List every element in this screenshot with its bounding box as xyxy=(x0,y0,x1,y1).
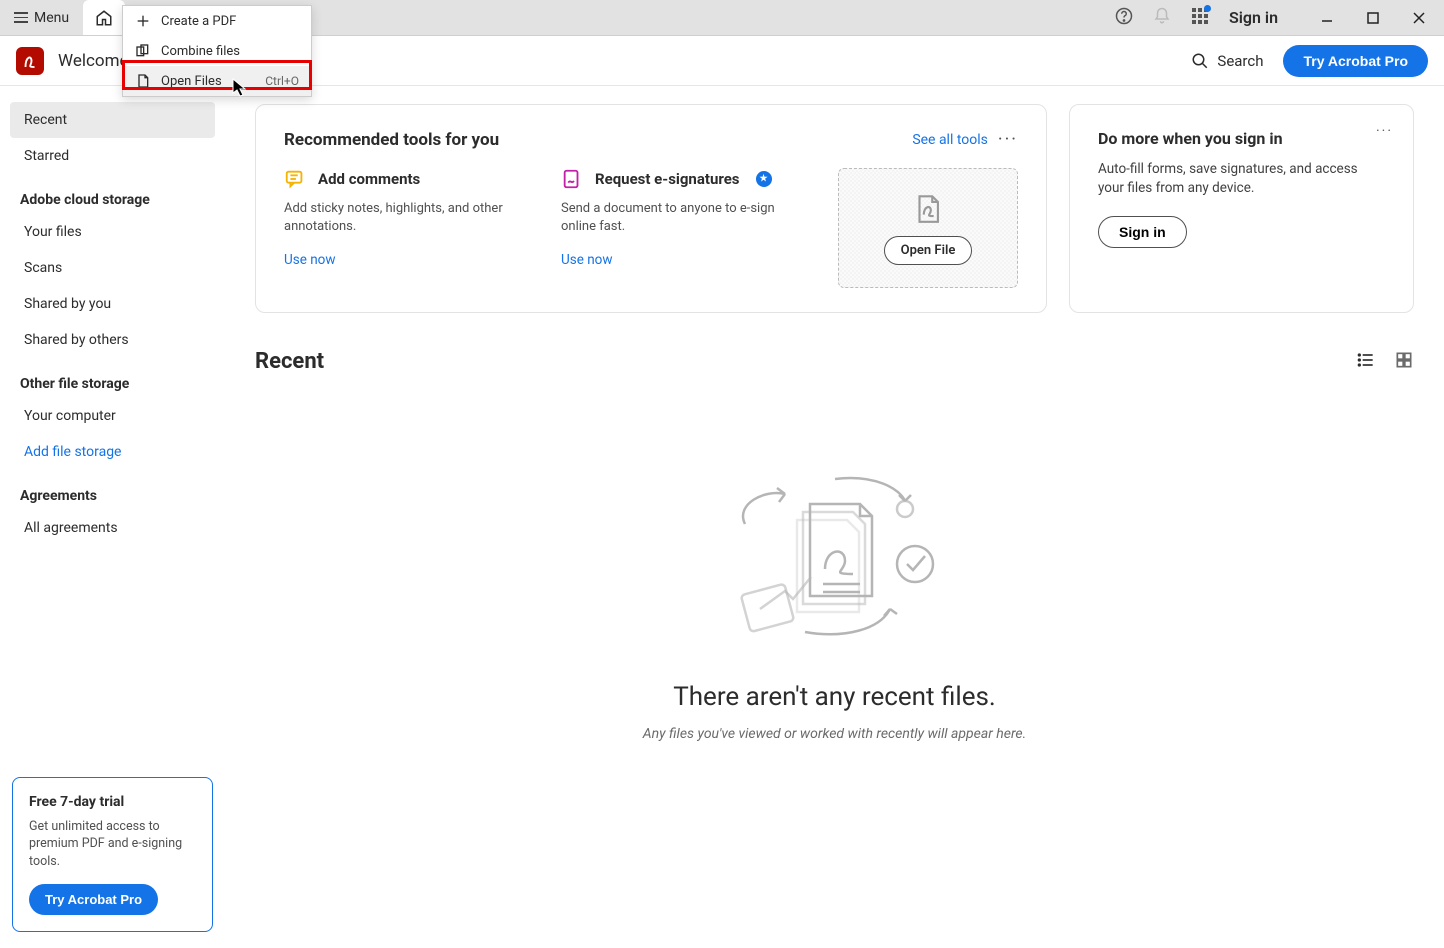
plus-icon xyxy=(135,13,151,29)
tools-panel: Recommended tools for you See all tools … xyxy=(255,104,1047,313)
sidebar-section-agreements: Agreements xyxy=(20,488,215,504)
empty-title: There aren't any recent files. xyxy=(255,682,1414,712)
dropdown-label: Open Files xyxy=(161,74,222,89)
window-controls xyxy=(1318,9,1428,27)
dropdown-label: Combine files xyxy=(161,44,240,59)
sidebar-section-cloud: Adobe cloud storage xyxy=(20,192,215,208)
signin-desc: Auto-fill forms, save signatures, and ac… xyxy=(1098,160,1385,198)
notification-dot xyxy=(1204,5,1211,12)
sidebar: Recent Starred Adobe cloud storage Your … xyxy=(0,86,225,948)
sidebar-item-your-files[interactable]: Your files xyxy=(10,214,215,250)
trial-title: Free 7-day trial xyxy=(29,794,196,810)
list-view-toggle[interactable] xyxy=(1356,350,1376,374)
sidebar-item-add-storage[interactable]: Add file storage xyxy=(10,434,215,470)
recent-header: Recent xyxy=(255,349,1414,374)
sidebar-item-shared-by-others[interactable]: Shared by others xyxy=(10,322,215,358)
sidebar-item-recent[interactable]: Recent xyxy=(10,102,215,138)
trial-card: Free 7-day trial Get unlimited access to… xyxy=(12,777,213,933)
sign-in-link[interactable]: Sign in xyxy=(1229,8,1278,27)
keyboard-shortcut: Ctrl+O xyxy=(265,74,299,88)
more-icon[interactable]: ··· xyxy=(998,129,1018,150)
more-icon[interactable]: ··· xyxy=(1376,123,1393,139)
see-all-link[interactable]: See all tools xyxy=(912,132,988,148)
signin-panel: ··· Do more when you sign in Auto-fill f… xyxy=(1069,104,1414,313)
bell-icon[interactable] xyxy=(1153,7,1171,29)
trial-button[interactable]: Try Acrobat Pro xyxy=(29,884,158,915)
quick-actions-dropdown: Create a PDF Combine files Open Files Ct… xyxy=(122,5,312,97)
search-label: Search xyxy=(1217,52,1263,70)
minimize-button[interactable] xyxy=(1318,9,1336,27)
search-icon xyxy=(1191,52,1209,70)
recent-title: Recent xyxy=(255,349,324,374)
combine-icon xyxy=(135,43,151,59)
create-pdf-item[interactable]: Create a PDF xyxy=(123,6,311,36)
hamburger-icon xyxy=(14,12,28,23)
try-acrobat-pro-button[interactable]: Try Acrobat Pro xyxy=(1283,45,1428,77)
esign-icon xyxy=(561,168,583,190)
tool-title: Request e-signatures xyxy=(595,170,740,188)
combine-files-item[interactable]: Combine files xyxy=(123,36,311,66)
sidebar-item-shared-by-you[interactable]: Shared by you xyxy=(10,286,215,322)
use-now-link[interactable]: Use now xyxy=(284,252,336,268)
apps-icon[interactable] xyxy=(1191,7,1209,29)
menu-label: Menu xyxy=(34,10,69,26)
menu-button[interactable]: Menu xyxy=(0,0,83,35)
comment-icon xyxy=(284,168,306,190)
tool-desc: Add sticky notes, highlights, and other … xyxy=(284,200,521,236)
content: Recent Starred Adobe cloud storage Your … xyxy=(0,86,1444,948)
tool-card-comments: Add comments Add sticky notes, highlight… xyxy=(284,168,521,288)
adobe-logo xyxy=(16,47,44,75)
sidebar-item-starred[interactable]: Starred xyxy=(10,138,215,174)
sidebar-item-all-agreements[interactable]: All agreements xyxy=(10,510,215,546)
empty-desc: Any files you've viewed or worked with r… xyxy=(255,726,1414,742)
home-tab[interactable] xyxy=(83,0,125,35)
tool-title: Add comments xyxy=(318,170,420,188)
open-file-button[interactable]: Open File xyxy=(884,236,973,265)
sidebar-section-other: Other file storage xyxy=(20,376,215,392)
star-badge-icon: ★ xyxy=(756,171,772,187)
maximize-button[interactable] xyxy=(1364,9,1382,27)
file-icon xyxy=(135,73,151,89)
sidebar-item-scans[interactable]: Scans xyxy=(10,250,215,286)
pdf-icon xyxy=(911,192,945,226)
signin-button[interactable]: Sign in xyxy=(1098,216,1187,248)
search-button[interactable]: Search xyxy=(1191,52,1263,70)
trial-desc: Get unlimited access to premium PDF and … xyxy=(29,818,196,871)
help-icon[interactable] xyxy=(1115,7,1133,29)
empty-illustration xyxy=(705,454,965,654)
tool-desc: Send a document to anyone to e-sign onli… xyxy=(561,200,798,236)
open-file-card[interactable]: Open File xyxy=(838,168,1018,288)
signin-title: Do more when you sign in xyxy=(1098,129,1385,148)
tool-card-esign: Request e-signatures ★ Send a document t… xyxy=(561,168,798,288)
use-now-link[interactable]: Use now xyxy=(561,252,613,268)
home-icon xyxy=(95,9,113,27)
grid-view-toggle[interactable] xyxy=(1394,350,1414,374)
empty-state: There aren't any recent files. Any files… xyxy=(255,454,1414,742)
open-files-item[interactable]: Open Files Ctrl+O xyxy=(123,66,311,96)
tools-title: Recommended tools for you xyxy=(284,130,499,150)
dropdown-label: Create a PDF xyxy=(161,14,236,29)
close-button[interactable] xyxy=(1410,9,1428,27)
main: Recommended tools for you See all tools … xyxy=(225,86,1444,948)
sidebar-item-your-computer[interactable]: Your computer xyxy=(10,398,215,434)
titlebar-right: Sign in xyxy=(1115,0,1444,35)
